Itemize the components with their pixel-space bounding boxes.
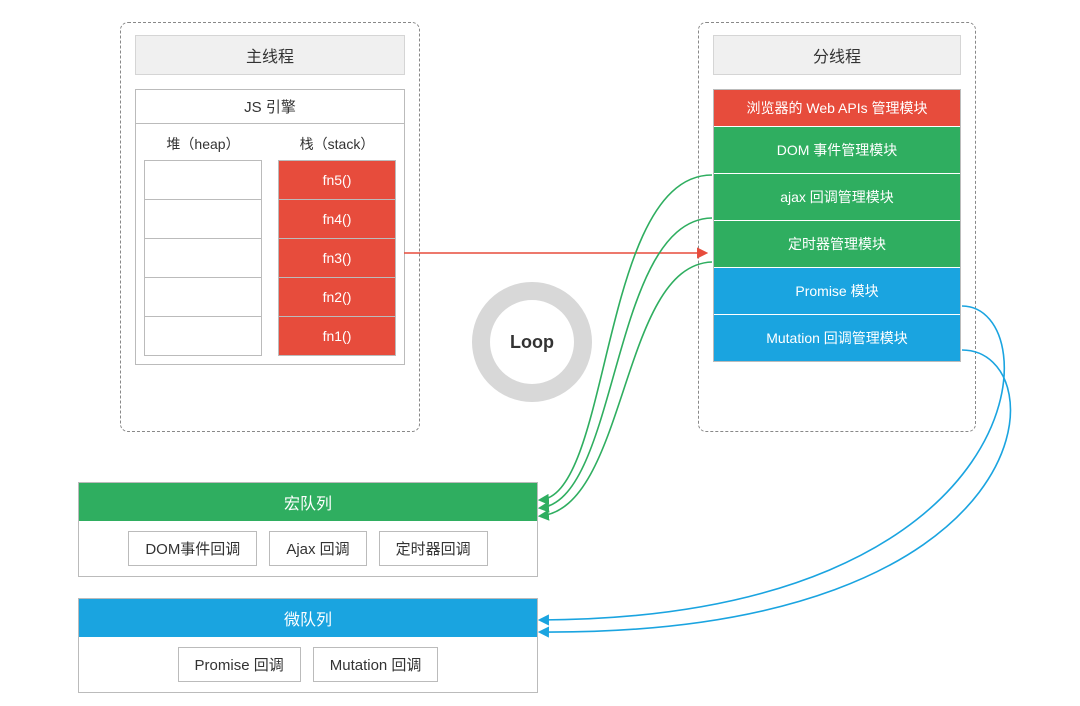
main-thread-title: 主线程 [135,35,405,75]
heap-label: 堆（heap） [144,130,262,160]
worker-thread-panel: 分线程 浏览器的 Web APIs 管理模块 DOM 事件管理模块 ajax 回… [698,22,976,432]
heap-cell [144,238,262,278]
api-module-promise: Promise 模块 [714,267,960,314]
js-engine-title: JS 引擎 [136,90,404,124]
heap-cells [144,160,262,356]
stack-cells: fn5() fn4() fn3() fn2() fn1() [278,160,396,356]
stack-frame: fn1() [278,316,396,356]
api-module-dom: DOM 事件管理模块 [714,126,960,173]
stack-column: 栈（stack） fn5() fn4() fn3() fn2() fn1() [270,124,404,358]
macro-queue-item: DOM事件回调 [128,531,257,566]
heap-cell [144,277,262,317]
stack-frame: fn2() [278,277,396,317]
heap-cell [144,160,262,200]
api-module-mutation: Mutation 回调管理模块 [714,314,960,361]
stack-frame: fn3() [278,238,396,278]
web-apis-box: 浏览器的 Web APIs 管理模块 DOM 事件管理模块 ajax 回调管理模… [713,89,961,362]
event-loop-circle: Loop [472,282,592,402]
js-engine-box: JS 引擎 堆（heap） 栈（stack） fn5() fn4() fn3() [135,89,405,365]
stack-frame: fn4() [278,199,396,239]
api-module-timer: 定时器管理模块 [714,220,960,267]
macro-queue-title: 宏队列 [79,483,537,521]
macro-queue: 宏队列 DOM事件回调 Ajax 回调 定时器回调 [78,482,538,577]
micro-queue-item: Promise 回调 [178,647,301,682]
micro-queue-title: 微队列 [79,599,537,637]
stack-label: 栈（stack） [278,130,396,160]
loop-label: Loop [510,332,554,353]
heap-column: 堆（heap） [136,124,270,358]
heap-cell [144,316,262,356]
heap-cell [144,199,262,239]
macro-queue-item: 定时器回调 [379,531,488,566]
micro-queue-item: Mutation 回调 [313,647,439,682]
micro-queue: 微队列 Promise 回调 Mutation 回调 [78,598,538,693]
macro-queue-item: Ajax 回调 [269,531,366,566]
api-module-ajax: ajax 回调管理模块 [714,173,960,220]
stack-frame: fn5() [278,160,396,200]
main-thread-panel: 主线程 JS 引擎 堆（heap） 栈（stack） fn5() fn4() [120,22,420,432]
worker-thread-title: 分线程 [713,35,961,75]
web-apis-header: 浏览器的 Web APIs 管理模块 [714,90,960,126]
